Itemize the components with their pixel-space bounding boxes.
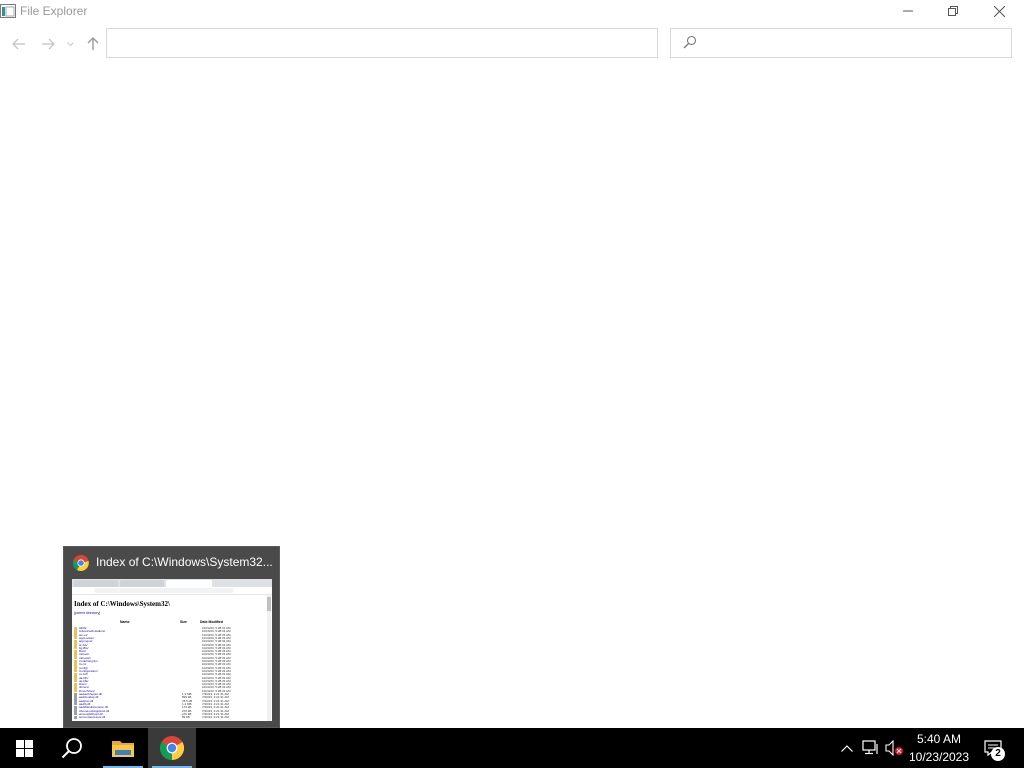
chrome-icon [160,736,184,760]
chevron-up-icon [841,744,853,752]
window-title: File Explorer [20,4,88,18]
address-input[interactable] [113,33,693,53]
network-icon [862,740,878,755]
taskbar-chrome[interactable] [148,728,196,768]
minimize-button[interactable] [885,0,931,22]
address-bar[interactable] [106,28,754,58]
search-box[interactable] [670,28,1012,58]
start-button[interactable] [0,728,48,768]
preview-tab [120,580,164,587]
back-button[interactable] [9,34,29,54]
preview-omnibox [72,587,272,595]
back-arrow-icon [12,38,25,50]
file-icon [74,715,77,719]
folder-icon [112,741,134,757]
up-arrow-icon [87,37,99,50]
chevron-down-icon [66,41,74,46]
restore-icon [948,6,958,16]
clock-date: 10/23/2023 [908,750,970,764]
preview-file-row: accountaccessor.dll 89 kB 7/20/23, 2:21:31… [74,715,270,719]
preview-scrollbar [267,595,271,721]
show-hidden-icons-button[interactable] [837,728,857,768]
search-icon [61,738,82,759]
preview-cell-size: 89 kB [182,715,190,720]
minimize-icon [903,10,913,12]
preview-cell-date: 7/20/23, 2:21:31 AM [202,715,229,720]
chrome-icon [73,555,89,571]
thumbnail-page-preview: Index of C:\Windows\System32\ [parent di… [72,579,272,721]
recent-locations-button[interactable] [63,34,77,54]
thumbnail-title: Index of C:\Windows\System32... [96,555,273,569]
windows-logo-icon [15,739,33,757]
taskbar-clock[interactable]: 5:40 AM 10/23/2023 [906,728,972,768]
file-explorer-app-icon [0,4,16,18]
taskbar: 5:40 AM 10/23/2023 [0,728,1024,768]
volume-muted-icon [885,740,903,756]
notification-count-badge: 2 [991,747,1005,761]
preview-heading: Index of C:\Windows\System32\ [74,600,170,608]
preview-cell-name: accountaccessor.dll [79,715,106,720]
preview-url-field [94,588,234,593]
restore-button[interactable] [930,0,976,22]
volume-tray-button[interactable] [884,728,906,768]
title-bar[interactable]: File Explorer [0,0,1024,24]
taskbar-thumbnail-preview[interactable]: Index of C:\Windows\System32... Index of… [63,546,280,728]
search-icon [683,35,697,49]
preview-tab [166,580,212,587]
close-icon [993,5,1005,17]
close-button[interactable] [976,0,1022,22]
taskbar-file-explorer[interactable] [99,728,147,768]
preview-col-date: Date Modified [200,620,223,624]
up-button[interactable] [83,34,103,54]
preview-tab-strip [72,579,272,587]
network-tray-button[interactable] [860,728,882,768]
clock-time: 5:40 AM [916,732,962,746]
search-input[interactable] [705,33,1005,53]
thumbnail-header: Index of C:\Windows\System32... [64,547,281,577]
taskbar-search-button[interactable] [48,728,96,768]
preview-col-name: Name [120,620,130,624]
preview-tab [74,580,118,587]
preview-scroll-thumb [267,597,271,611]
preview-parent-link: [parent directory] [74,611,101,615]
forward-arrow-icon [42,38,55,50]
forward-button[interactable] [38,34,58,54]
preview-col-size: Size [180,620,188,624]
